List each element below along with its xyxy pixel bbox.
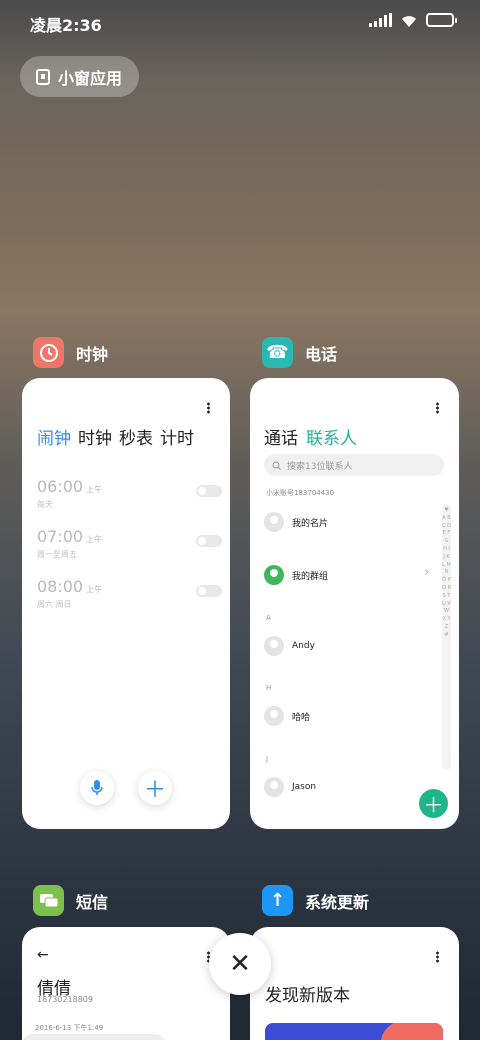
status-time: 凌晨2:36 [30,16,102,35]
update-headline: 发现新版本 [265,986,350,1006]
alarm-row[interactable]: 06:00 上午 每天 [37,477,222,517]
contact-my-card[interactable]: 我的名片 [264,511,429,533]
battery-icon [426,13,457,27]
clock-app-header: 时钟 [33,337,108,368]
sms-date: 2016-6-13 下午1:49 [35,1024,104,1032]
tab-clock[interactable]: 时钟 [78,424,112,449]
update-app-header: ↑ 系统更新 [262,885,369,916]
clock-icon [33,337,64,368]
phone-app-header: ☎ 电话 [262,337,337,368]
chevron-right-icon: › [424,565,429,579]
update-banner [265,1023,443,1040]
wifi-icon [400,13,418,27]
more-icon[interactable] [436,951,439,963]
contact-row[interactable]: 哈哈 [264,705,429,727]
tab-contacts[interactable]: 联系人 [306,424,357,449]
alphabet-index[interactable]: ♥ A B C D E F G H I J K L M N O P Q R S … [442,504,451,770]
clock-tabs: 闹钟 时钟 秒表 计时 [37,424,194,449]
sms-contact-number: 18730218809 [37,995,93,1004]
mic-icon [91,780,103,795]
search-icon [272,461,281,470]
more-icon[interactable] [207,402,210,414]
signal-icon [369,13,392,27]
sms-app-title: 短信 [76,892,109,912]
avatar [264,706,284,726]
sms-app-header: 短信 [33,885,108,916]
phone-app-title: 电话 [305,344,338,364]
tab-alarm[interactable]: 闹钟 [37,424,71,449]
close-all-button[interactable]: ✕ [209,933,271,995]
add-alarm-button[interactable]: ＋ [138,771,172,805]
update-card[interactable]: 发现新版本 [250,927,459,1040]
clock-app-title: 时钟 [76,344,109,364]
avatar [264,512,284,532]
contact-row[interactable]: Jason [264,776,429,798]
group-avatar [264,565,284,585]
contact-my-groups[interactable]: 我的群组 [264,564,429,586]
phone-card[interactable]: 通话 联系人 搜索13位联系人 小米账号183704430 我的名片 我的群组 … [250,378,459,829]
tab-timer[interactable]: 计时 [160,424,194,449]
back-arrow-icon[interactable]: ← [37,947,49,963]
more-icon[interactable] [436,402,439,414]
voice-alarm-button[interactable] [80,771,114,805]
alarm-toggle[interactable] [196,485,222,497]
window-icon [36,68,50,85]
phone-icon: ☎ [262,337,293,368]
up-arrow-icon: ↑ [262,885,293,916]
add-contact-button[interactable]: ＋ [419,789,448,818]
sms-card[interactable]: ← 倩倩 18730218809 2016-6-13 下午1:49 [22,927,230,1040]
alarm-row[interactable]: 07:00 上午 周一至周五 [37,527,222,567]
tab-stopwatch[interactable]: 秒表 [119,424,153,449]
account-label: 小米账号183704430 [266,489,335,497]
alarm-row[interactable]: 08:00 上午 周六 周日 [37,577,222,617]
avatar [264,777,284,797]
avatar [264,636,284,656]
message-icon [33,885,64,916]
alarm-toggle[interactable] [196,585,222,597]
update-app-title: 系统更新 [305,892,370,912]
tab-calls[interactable]: 通话 [264,424,298,449]
search-input[interactable]: 搜索13位联系人 [264,454,444,476]
clock-card[interactable]: 闹钟 时钟 秒表 计时 06:00 上午 每天 07:00 上午 周一至周五 08:… [22,378,230,829]
phone-tabs: 通话 联系人 [264,424,357,449]
alarm-toggle[interactable] [196,535,222,547]
status-bar: 凌晨2:36 [0,0,480,40]
float-window-button[interactable]: 小窗应用 [20,56,139,97]
contact-row[interactable]: Andy [264,635,429,657]
message-bubble [22,1034,165,1040]
float-window-label: 小窗应用 [58,68,123,88]
